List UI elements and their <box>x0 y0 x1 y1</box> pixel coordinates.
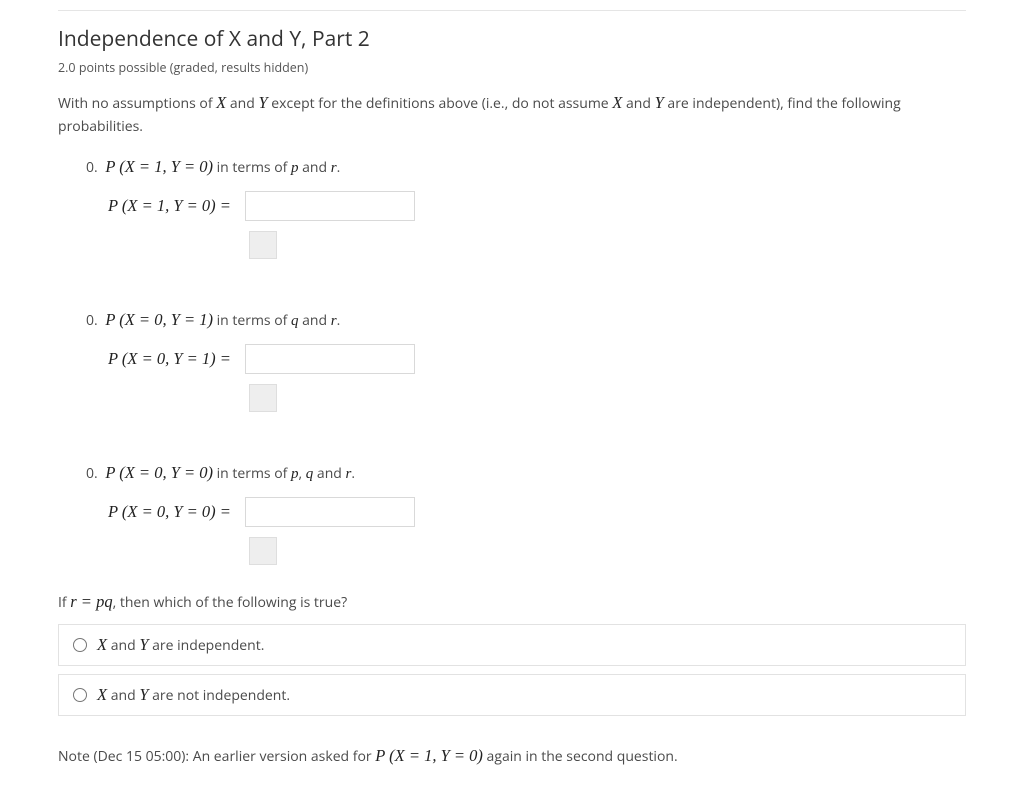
points-line: 2.0 points possible (graded, results hid… <box>58 59 966 76</box>
question-2-preview-box <box>249 384 277 412</box>
question-3-prompt: 0. P (X = 0, Y = 0) in terms of p, q and… <box>86 463 966 483</box>
question-3-label: P (X = 0, Y = 0) = <box>108 502 231 522</box>
mc-option-1-radio[interactable] <box>73 638 87 652</box>
question-2-answer-row: P (X = 0, Y = 1) = <box>108 344 966 374</box>
problem-container: Independence of X and Y, Part 2 2.0 poin… <box>0 0 1024 786</box>
question-3-preview-row: P (X = 0, Y = 0) = <box>108 537 966 570</box>
question-1: 0. P (X = 1, Y = 0) in terms of p and r.… <box>86 157 966 264</box>
footnote: Note (Dec 15 05:00): An earlier version … <box>58 746 966 766</box>
question-1-preview-box <box>249 231 277 259</box>
intro-text: With no assumptions of X and Y except fo… <box>58 90 966 137</box>
question-1-preview-row: P (X = 1, Y = 0) = <box>108 231 966 264</box>
question-2: 0. P (X = 0, Y = 1) in terms of q and r.… <box>86 310 966 417</box>
question-2-input[interactable] <box>245 344 415 374</box>
mc-prompt: If r = pq, then which of the following i… <box>58 592 966 612</box>
mc-option-1-label: X and Y are independent. <box>97 635 264 655</box>
question-2-prompt: 0. P (X = 0, Y = 1) in terms of q and r. <box>86 310 966 330</box>
question-1-prompt: 0. P (X = 1, Y = 0) in terms of p and r. <box>86 157 966 177</box>
question-3: 0. P (X = 0, Y = 0) in terms of p, q and… <box>86 463 966 570</box>
question-2-preview-row: P (X = 0, Y = 1) = <box>108 384 966 417</box>
mc-option-1[interactable]: X and Y are independent. <box>58 624 966 666</box>
question-1-answer-row: P (X = 1, Y = 0) = <box>108 191 966 221</box>
question-3-preview-box <box>249 537 277 565</box>
mc-option-2-radio[interactable] <box>73 688 87 702</box>
question-3-answer-row: P (X = 0, Y = 0) = <box>108 497 966 527</box>
question-2-label: P (X = 0, Y = 1) = <box>108 349 231 369</box>
mc-option-2[interactable]: X and Y are not independent. <box>58 674 966 716</box>
mc-option-2-label: X and Y are not independent. <box>97 685 290 705</box>
question-1-input[interactable] <box>245 191 415 221</box>
problem-title: Independence of X and Y, Part 2 <box>58 25 966 53</box>
question-1-label: P (X = 1, Y = 0) = <box>108 196 231 216</box>
divider <box>58 10 966 11</box>
question-3-input[interactable] <box>245 497 415 527</box>
